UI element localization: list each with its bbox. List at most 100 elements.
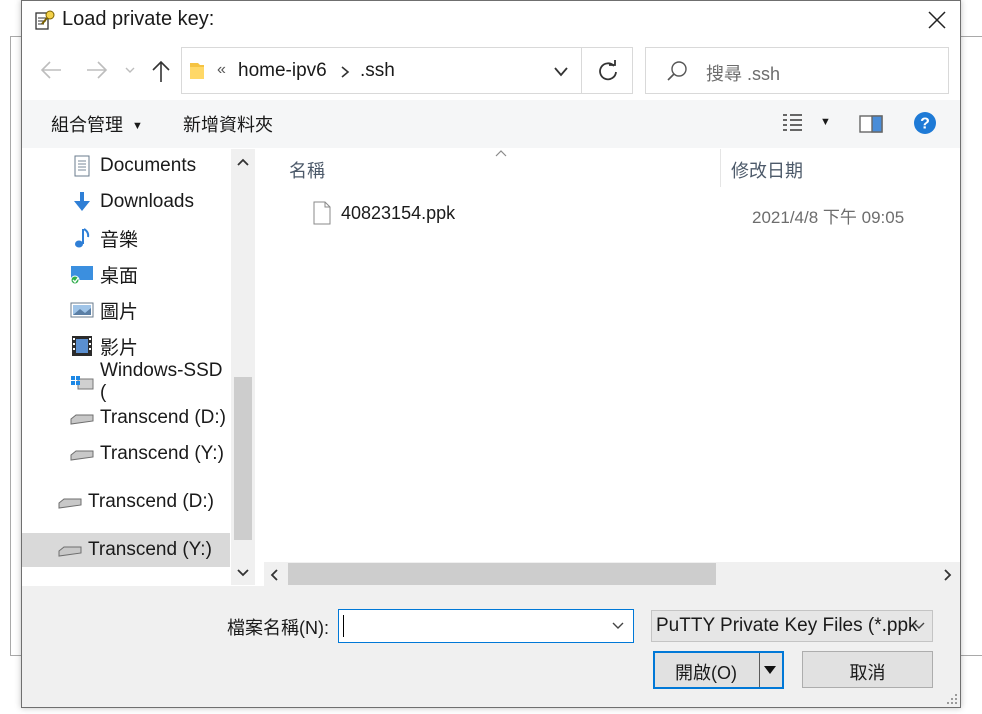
- filetype-value: PuTTY Private Key Files (*.ppk: [656, 615, 918, 636]
- nav-item-label: Downloads: [100, 191, 194, 212]
- filename-history-button[interactable]: [611, 621, 625, 631]
- open-button[interactable]: 開啟(O): [653, 651, 784, 689]
- nav-item-transcend-y[interactable]: Transcend (Y:): [70, 437, 224, 471]
- drive-icon: [58, 538, 82, 562]
- address-bar[interactable]: « home-ipv6 .ssh: [181, 47, 633, 94]
- list-view-icon: [783, 114, 802, 131]
- open-label: 開啟(O): [675, 663, 737, 683]
- search-icon: [666, 60, 688, 82]
- filetype-select[interactable]: PuTTY Private Key Files (*.ppk: [651, 610, 933, 642]
- music-icon: [70, 226, 94, 250]
- dialog-footer: [22, 586, 960, 707]
- file-row[interactable]: 40823154.ppk 2021/4/8 下午 09:05: [288, 199, 960, 229]
- putty-key-icon: [34, 9, 56, 31]
- chevron-right-icon: [944, 569, 952, 581]
- breadcrumb-home-ipv6[interactable]: home-ipv6: [238, 60, 327, 82]
- address-divider: [581, 48, 582, 93]
- refresh-icon: [599, 60, 617, 81]
- column-header-name[interactable]: 名稱: [289, 157, 325, 183]
- search-box[interactable]: 搜尋 .ssh: [645, 47, 949, 94]
- chevron-down-icon: [125, 67, 135, 73]
- resize-grip-icon[interactable]: [946, 693, 958, 705]
- scroll-left-button[interactable]: [269, 568, 279, 582]
- chevron-up-icon: [237, 158, 249, 166]
- breadcrumb-ssh[interactable]: .ssh: [360, 60, 395, 82]
- search-placeholder[interactable]: 搜尋 .ssh: [706, 60, 780, 86]
- forward-button[interactable]: [86, 59, 108, 81]
- nav-item-label: 圖片: [100, 301, 139, 323]
- chevron-down-icon: [237, 569, 249, 577]
- nav-item-videos[interactable]: 影片: [70, 329, 138, 363]
- close-icon: [928, 11, 946, 29]
- nav-item-label: Transcend (Y:): [88, 539, 212, 560]
- hscrollbar-thumb[interactable]: [288, 563, 716, 585]
- refresh-button[interactable]: [597, 60, 619, 82]
- navigation-pane: Documents Downloads 音樂 桌面 圖片 影片 Windows-…: [22, 149, 230, 585]
- desktop-icon: [70, 262, 94, 286]
- nav-item-label: Transcend (Y:): [100, 443, 224, 464]
- nav-item-transcend-y-root[interactable]: Transcend (Y:): [22, 533, 230, 567]
- nav-item-transcend-d[interactable]: Transcend (D:): [70, 401, 226, 435]
- breadcrumb-overflow[interactable]: «: [217, 61, 226, 79]
- up-button[interactable]: [150, 59, 172, 83]
- new-folder-button[interactable]: 新增資料夾: [183, 111, 273, 137]
- filename-field[interactable]: [338, 609, 634, 643]
- chevron-down-icon: [612, 622, 624, 629]
- column-header-modified[interactable]: 修改日期: [731, 157, 803, 183]
- arrow-right-icon: [87, 61, 108, 79]
- caret-down-icon: ▼: [132, 120, 143, 132]
- open-options-button[interactable]: [763, 665, 777, 675]
- view-options-caret-icon[interactable]: ▼: [820, 116, 831, 128]
- videos-icon: [70, 334, 94, 358]
- back-button[interactable]: [40, 59, 62, 81]
- drive-icon: [70, 442, 94, 466]
- nav-item-label: Documents: [100, 155, 197, 176]
- scroll-up-button[interactable]: [236, 157, 250, 167]
- nav-item-windows-ssd[interactable]: Windows-SSD (: [70, 360, 230, 403]
- nav-item-downloads[interactable]: Downloads: [70, 185, 194, 219]
- nav-item-label: 桌面: [100, 265, 139, 287]
- organize-menu[interactable]: 組合管理 ▼: [51, 111, 143, 137]
- nav-item-transcend-d-root[interactable]: Transcend (D:): [58, 485, 214, 519]
- file-modified: 2021/4/8 下午 09:05: [752, 208, 905, 227]
- chevron-down-icon: [554, 67, 568, 77]
- organize-label: 組合管理: [51, 115, 123, 135]
- nav-item-desktop[interactable]: 桌面: [70, 257, 138, 291]
- nav-scrollbar[interactable]: [231, 149, 255, 585]
- drive-icon: [58, 490, 82, 514]
- chevron-down-icon: [912, 621, 926, 631]
- preview-pane-icon: [859, 115, 883, 133]
- text-cursor: [343, 615, 344, 637]
- nav-item-label: Transcend (D:): [100, 407, 226, 428]
- nav-item-pictures[interactable]: 圖片: [70, 293, 138, 327]
- nav-item-documents[interactable]: Documents: [70, 149, 196, 183]
- close-button[interactable]: [924, 7, 950, 33]
- caret-down-icon: [764, 666, 776, 674]
- recent-locations-button[interactable]: [124, 65, 136, 75]
- drive-icon: [70, 406, 94, 430]
- cancel-button[interactable]: 取消: [802, 651, 933, 688]
- command-toolbar: 組合管理 ▼ 新增資料夾 ▼ ?: [22, 100, 960, 148]
- scroll-down-button[interactable]: [236, 568, 250, 578]
- file-list-hscrollbar[interactable]: [264, 562, 960, 586]
- nav-item-label: 影片: [100, 337, 139, 359]
- preview-pane-button[interactable]: [859, 114, 883, 134]
- arrow-left-icon: [40, 61, 61, 79]
- breadcrumb-separator-icon[interactable]: [340, 65, 350, 79]
- sort-ascending-icon: [494, 149, 508, 157]
- nav-scrollbar-thumb[interactable]: [234, 377, 252, 540]
- view-options-button[interactable]: [782, 112, 804, 134]
- address-dropdown-button[interactable]: [553, 66, 569, 78]
- file-name: 40823154.ppk: [341, 203, 456, 223]
- help-icon: ?: [914, 112, 936, 134]
- help-button[interactable]: ?: [913, 111, 937, 135]
- nav-item-label: 音樂: [100, 229, 139, 251]
- nav-item-label: Transcend (D:): [88, 491, 214, 512]
- chevron-left-icon: [270, 569, 278, 581]
- filename-label: 檔案名稱(N):: [227, 618, 329, 638]
- nav-item-music[interactable]: 音樂: [70, 221, 138, 255]
- column-divider[interactable]: [720, 149, 721, 187]
- pictures-icon: [70, 298, 94, 322]
- scroll-right-button[interactable]: [943, 568, 953, 582]
- documents-icon: [70, 154, 94, 178]
